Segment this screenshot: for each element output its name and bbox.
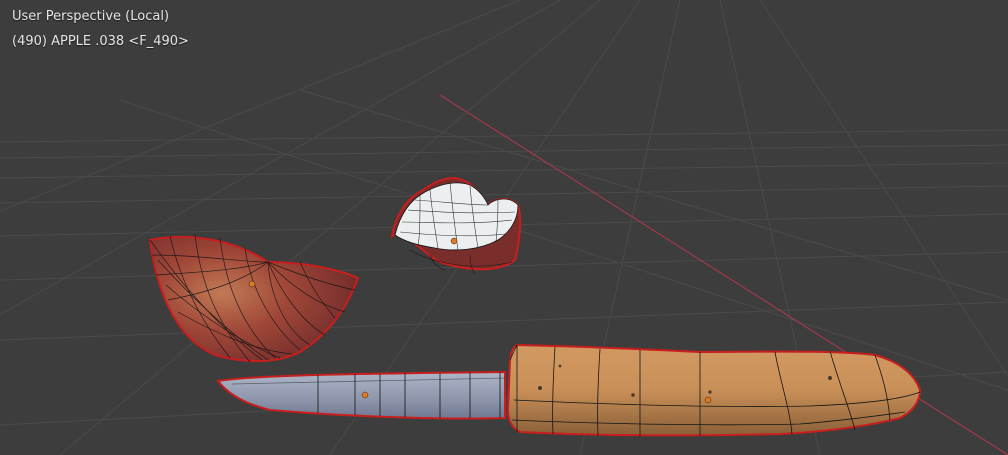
apple-half-mesh[interactable] bbox=[148, 233, 360, 363]
knife-mesh[interactable] bbox=[216, 343, 922, 437]
3d-viewport[interactable]: User Perspective (Local) (490) APPLE .03… bbox=[0, 0, 1008, 455]
viewport-object-info: (490) APPLE .038 <F_490> bbox=[12, 34, 189, 49]
origin-dot bbox=[704, 396, 712, 404]
viewport-view-label: User Perspective (Local) bbox=[12, 9, 170, 24]
origin-dot bbox=[248, 280, 256, 288]
origin-dot bbox=[450, 237, 458, 245]
apple-slice-mesh[interactable] bbox=[390, 176, 522, 275]
origin-dot bbox=[361, 391, 369, 399]
scene-canvas[interactable] bbox=[0, 0, 1008, 455]
